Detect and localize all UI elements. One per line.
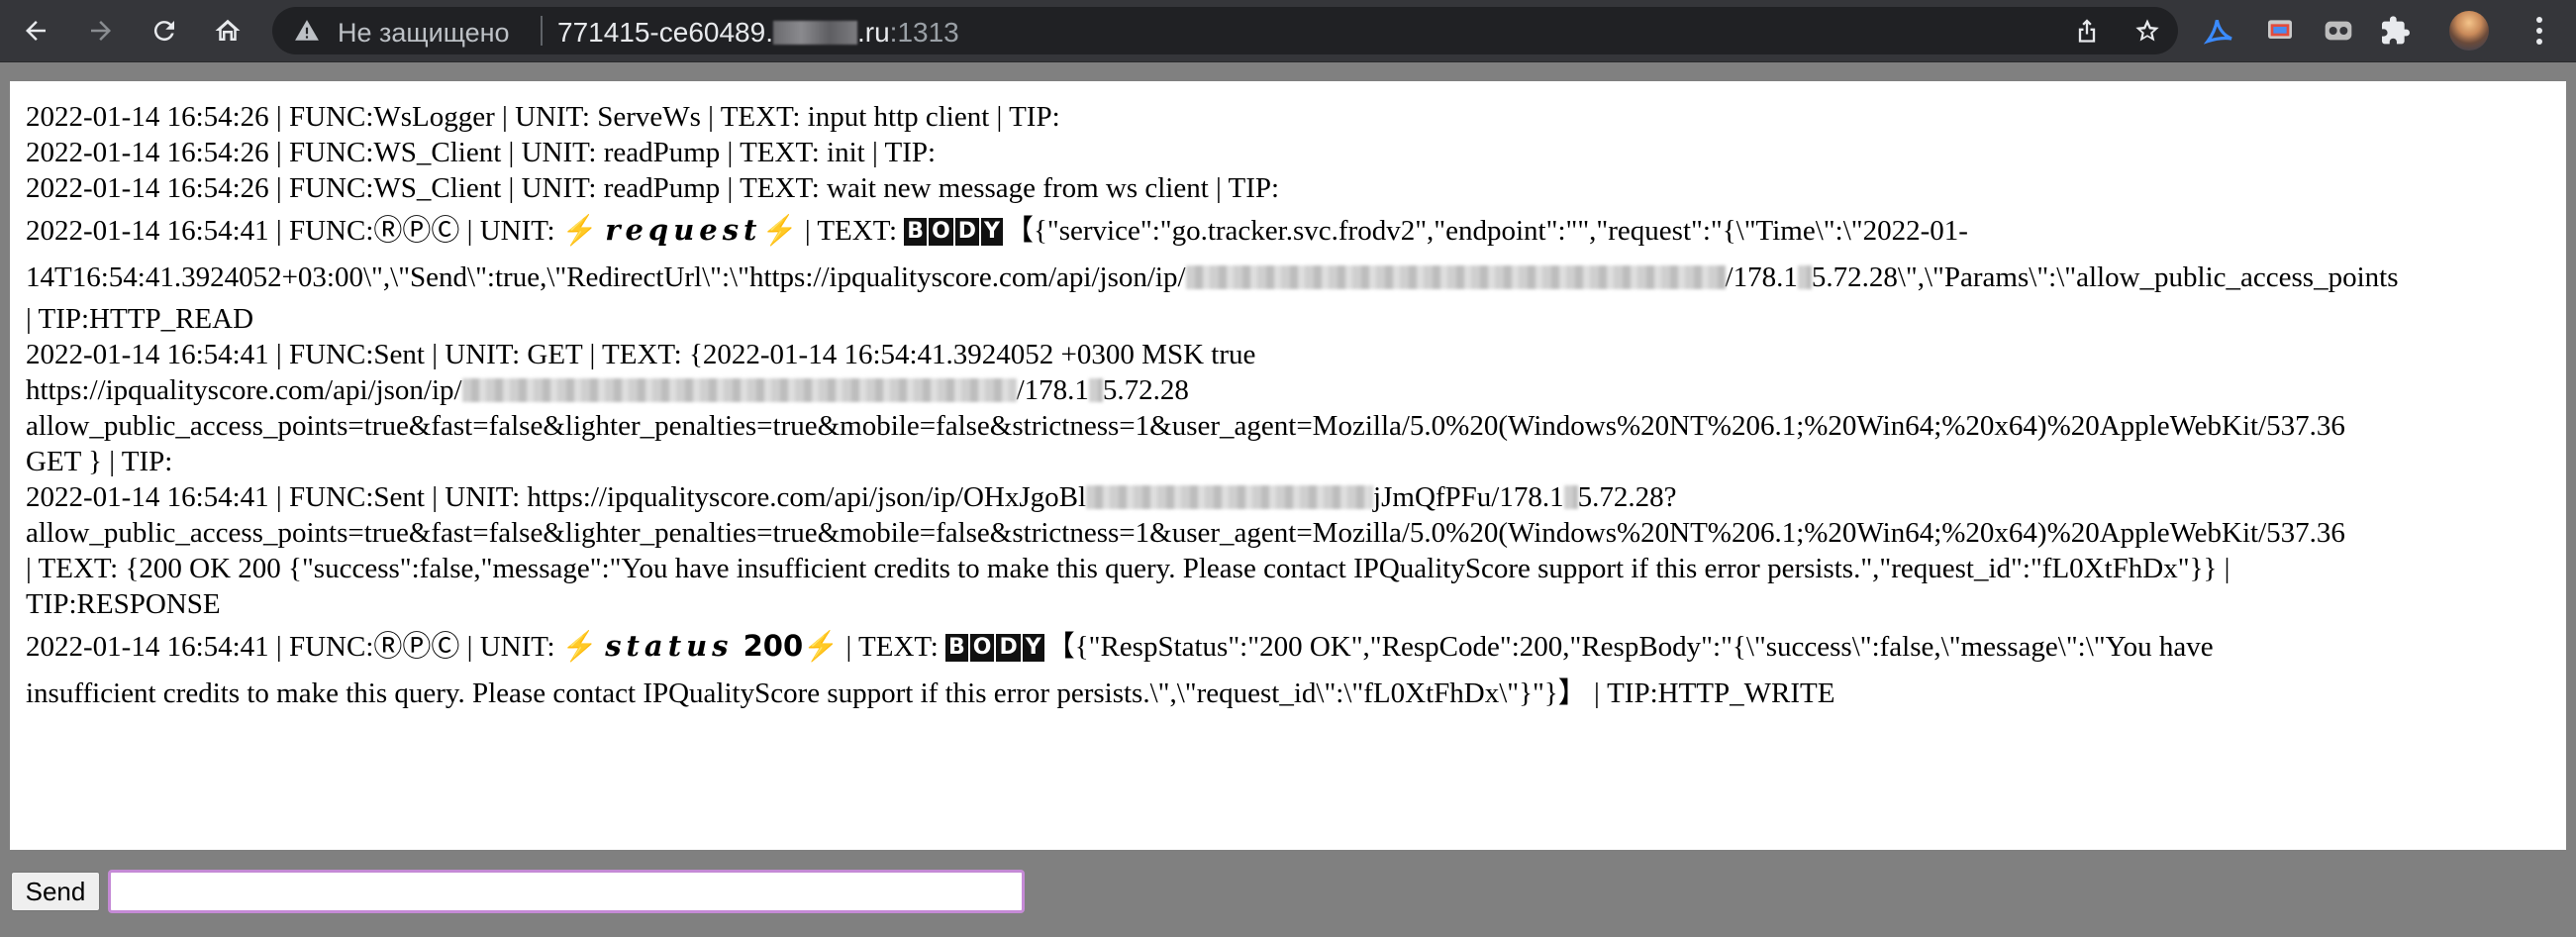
unit-fancy-text: request bbox=[605, 213, 762, 247]
log-line: 14T16:54:41.3924052+03:00\",\"Send\":tru… bbox=[26, 254, 2566, 301]
log-line: 2022-01-14 16:54:41 | FUNC:ⓇⓅⒸ | UNIT: ⚡… bbox=[26, 206, 2566, 254]
log-line: 2022-01-14 16:54:26 | FUNC:WS_Client | U… bbox=[26, 137, 937, 168]
body-letter-box: Y bbox=[1022, 634, 1044, 662]
share-icon[interactable] bbox=[2071, 15, 2103, 47]
send-button[interactable]: Send bbox=[11, 872, 100, 911]
log-output: 2022-01-14 16:54:26 | FUNC:WsLogger | UN… bbox=[10, 81, 2566, 850]
bookmark-star-icon[interactable] bbox=[2131, 15, 2163, 47]
bolt-icon: ⚡ bbox=[561, 631, 598, 663]
body-letter-box: D bbox=[954, 218, 980, 246]
home-icon[interactable] bbox=[206, 9, 249, 52]
redacted-text bbox=[461, 378, 1017, 402]
log-line: | TIP:HTTP_READ bbox=[26, 303, 254, 335]
log-line: 2022-01-14 16:54:26 | FUNC:WS_Client | U… bbox=[26, 172, 1280, 204]
log-text: | TEXT: bbox=[797, 215, 905, 247]
redacted-text bbox=[1563, 485, 1578, 509]
browser-menu-icon[interactable] bbox=[2523, 13, 2556, 49]
log-line: 2022-01-14 16:54:26 | FUNC:WsLogger | UN… bbox=[26, 101, 1060, 133]
log-text: 14T16:54:41.3924052+03:00\",\"Send\":tru… bbox=[26, 261, 1186, 293]
body-letter-box: B bbox=[904, 218, 928, 246]
redacted-text bbox=[1797, 265, 1812, 289]
log-text: 【{"RespStatus":"200 OK","RespCode":200,"… bbox=[1045, 631, 2214, 663]
reload-icon[interactable] bbox=[143, 9, 186, 52]
log-text: 【{"service":"go.tracker.svc.frodv2","end… bbox=[1004, 215, 1968, 247]
bolt-icon: ⚡ bbox=[561, 215, 598, 247]
log-text: 2022-01-14 16:54:41 | FUNC:ⓇⓅⒸ | UNIT: bbox=[26, 631, 562, 663]
url-text[interactable]: 771415-ce60489. .ru:1313 bbox=[557, 17, 959, 49]
message-input[interactable] bbox=[108, 870, 1025, 913]
log-text: | TEXT: bbox=[839, 631, 945, 663]
log-line: TIP:RESPONSE bbox=[26, 588, 221, 620]
log-line: | TEXT: {200 OK 200 {"success":false,"me… bbox=[26, 553, 2230, 584]
acrobat-extension-icon[interactable] bbox=[2202, 13, 2237, 49]
log-text: 5.72.28? bbox=[1577, 481, 1677, 513]
url-host-prefix: 771415-ce60489. bbox=[557, 17, 773, 48]
body-letter-box: D bbox=[996, 634, 1021, 662]
url-host-suffix: .ru bbox=[856, 17, 890, 48]
unit-fancy-text: status bbox=[605, 629, 734, 663]
log-text: jJmQfPFu/178.1 bbox=[1373, 481, 1564, 513]
forward-icon[interactable] bbox=[79, 9, 123, 52]
url-port: :1313 bbox=[889, 17, 959, 48]
url-redacted bbox=[772, 21, 857, 45]
log-line: 2022-01-14 16:54:41 | FUNC:Sent | UNIT: … bbox=[26, 479, 2566, 515]
log-line: 2022-01-14 16:54:41 | FUNC:ⓇⓅⒸ | UNIT: ⚡… bbox=[26, 622, 2566, 670]
log-line: https://ipqualityscore.com/api/json/ip/ /… bbox=[26, 372, 2566, 408]
address-separator bbox=[541, 16, 543, 46]
redacted-text bbox=[1185, 265, 1726, 289]
profile-avatar[interactable] bbox=[2449, 11, 2489, 51]
bolt-icon: ⚡ bbox=[803, 631, 840, 663]
log-line: GET } | TIP: bbox=[26, 446, 173, 477]
body-letter-box: O bbox=[969, 634, 995, 662]
log-text: 5.72.28 bbox=[1102, 374, 1189, 406]
log-line: insufficient credits to make this query.… bbox=[26, 677, 1835, 709]
back-icon[interactable] bbox=[14, 9, 57, 52]
bolt-icon: ⚡ bbox=[761, 215, 798, 247]
security-label[interactable]: Не защищено bbox=[338, 18, 510, 49]
redacted-text bbox=[1086, 485, 1374, 509]
log-text: https://ipqualityscore.com/api/json/ip/ bbox=[26, 374, 462, 406]
log-line: 2022-01-14 16:54:41 | FUNC:Sent | UNIT: … bbox=[26, 339, 1256, 370]
body-letter-box: B bbox=[945, 634, 968, 662]
log-line: allow_public_access_points=true&fast=fal… bbox=[26, 517, 2345, 549]
unit-fancy-number: 200 bbox=[733, 629, 804, 663]
log-line: allow_public_access_points=true&fast=fal… bbox=[26, 410, 2345, 442]
address-bar[interactable]: Не защищено 771415-ce60489. .ru:1313 bbox=[272, 7, 2178, 54]
log-text: 2022-01-14 16:54:41 | FUNC:ⓇⓅⒸ | UNIT: bbox=[26, 215, 562, 247]
cast-extension-icon[interactable] bbox=[2262, 13, 2298, 49]
log-text: /178.1 bbox=[1016, 374, 1089, 406]
body-letter-box: O bbox=[929, 218, 953, 246]
browser-toolbar: Не защищено 771415-ce60489. .ru:1313 bbox=[0, 0, 2576, 62]
log-text: 2022-01-14 16:54:41 | FUNC:Sent | UNIT: … bbox=[26, 481, 1087, 513]
incognito-extension-icon[interactable] bbox=[2321, 13, 2356, 49]
redacted-text bbox=[1088, 378, 1103, 402]
log-text: 5.72.28\",\"Params\":\"allow_public_acce… bbox=[1811, 261, 2399, 293]
extensions-puzzle-icon[interactable] bbox=[2378, 13, 2414, 49]
log-lines: 2022-01-14 16:54:26 | FUNC:WsLogger | UN… bbox=[26, 99, 2566, 717]
body-letter-box: Y bbox=[981, 218, 1003, 246]
warning-icon[interactable] bbox=[294, 18, 320, 44]
log-text: /178.1 bbox=[1725, 261, 1798, 293]
